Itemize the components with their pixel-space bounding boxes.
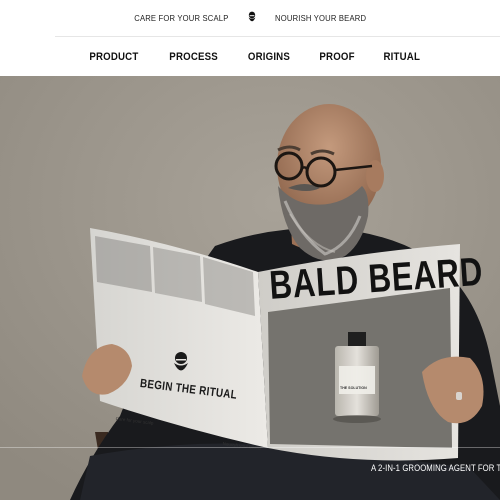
top-bar: CARE FOR YOUR SCALP NOURISH YOUR BEARD bbox=[0, 0, 500, 36]
main-nav: PRODUCT PROCESS ORIGINS PROOF RITUAL bbox=[0, 37, 500, 76]
nourish-beard-link[interactable]: NOURISH YOUR BEARD bbox=[275, 13, 366, 23]
nav-item-proof[interactable]: PROOF bbox=[319, 51, 354, 63]
bearded-face-logo-icon[interactable] bbox=[246, 11, 258, 25]
nav-item-product[interactable]: PRODUCT bbox=[89, 51, 138, 63]
nav-item-process[interactable]: PROCESS bbox=[169, 51, 218, 63]
hero-section: BALD BEARD BEGIN THE RITUAL Care for you… bbox=[0, 76, 500, 500]
hero-divider-line bbox=[0, 447, 500, 448]
marquee-ticker: A 2-IN-1 GROOMING AGENT FOR THE M bbox=[371, 463, 500, 473]
nav-item-origins[interactable]: ORIGINS bbox=[248, 51, 290, 63]
nav-item-ritual[interactable]: RITUAL bbox=[383, 51, 420, 63]
care-for-scalp-link[interactable]: CARE FOR YOUR SCALP bbox=[134, 13, 228, 23]
bottle-label: THE SOLUTION bbox=[340, 386, 367, 390]
